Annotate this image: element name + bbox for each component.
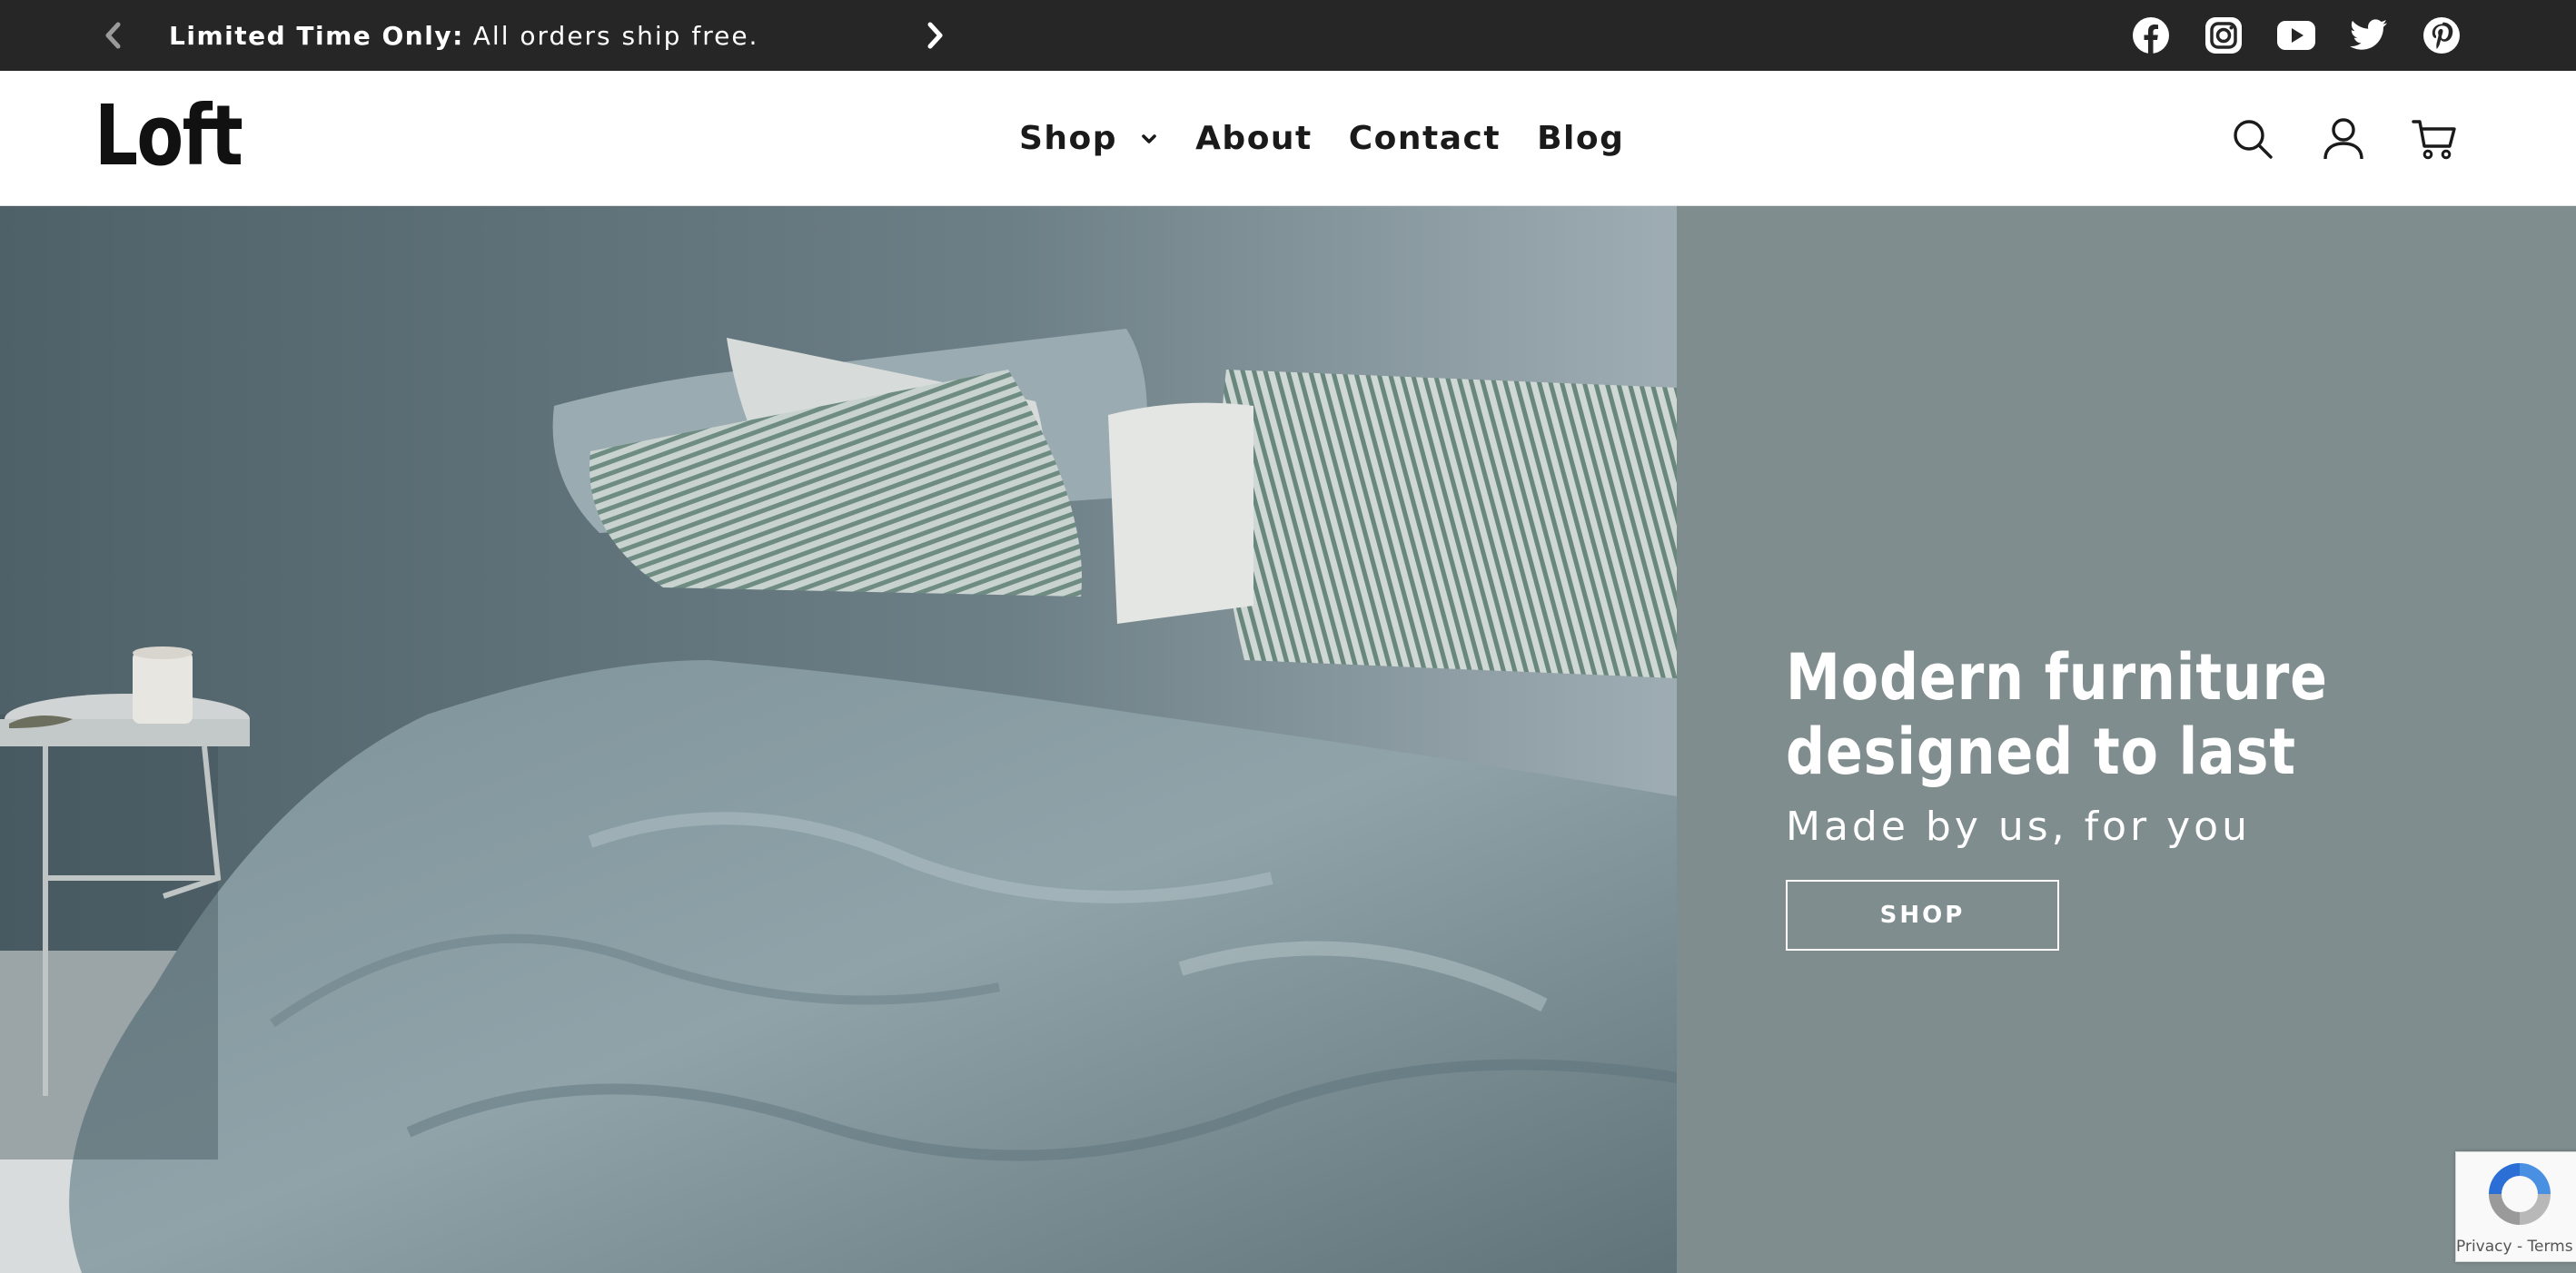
search-button[interactable] xyxy=(2228,114,2277,163)
hero-section: Modern furniture designed to last Made b… xyxy=(0,206,2576,1273)
recaptcha-links[interactable]: Privacy - Terms xyxy=(2456,1238,2573,1256)
pinterest-link[interactable] xyxy=(2422,15,2462,55)
account-icon xyxy=(2323,118,2363,160)
announcement-text: All orders ship free. xyxy=(472,20,759,51)
recaptcha-badge[interactable]: Privacy - Terms xyxy=(2455,1151,2576,1262)
hero-panel: Modern furniture designed to last Made b… xyxy=(1677,206,2576,1273)
main-nav: Shop About Contact Blog xyxy=(1019,71,1624,206)
chevron-down-icon xyxy=(1141,133,1157,144)
announcement-next-button[interactable] xyxy=(916,17,953,54)
search-icon xyxy=(2234,120,2273,159)
twitter-link[interactable] xyxy=(2349,15,2389,55)
cart-button[interactable] xyxy=(2410,114,2459,163)
recaptcha-icon xyxy=(2489,1163,2551,1225)
chevron-left-icon xyxy=(105,22,121,49)
hero-shop-button[interactable]: SHOP xyxy=(1786,880,2059,951)
twitter-icon xyxy=(2350,19,2387,50)
youtube-icon xyxy=(2277,21,2315,50)
instagram-icon xyxy=(2205,17,2242,54)
social-links xyxy=(2131,15,2494,55)
account-button[interactable] xyxy=(2319,114,2368,163)
hero-image xyxy=(0,206,1677,1273)
site-logo[interactable]: Loft xyxy=(94,91,243,182)
nav-item-contact[interactable]: Contact xyxy=(1349,120,1501,157)
announcement-bar: Limited Time Only: All orders ship free. xyxy=(0,0,2576,71)
chevron-right-icon xyxy=(927,22,943,49)
nav-item-about[interactable]: About xyxy=(1195,120,1313,157)
nav-item-shop-label: Shop xyxy=(1019,120,1118,157)
header-tools xyxy=(2228,114,2501,163)
bed-photo xyxy=(0,206,1677,1273)
announcement-label: Limited Time Only: xyxy=(169,20,464,51)
pinterest-icon xyxy=(2423,17,2460,54)
hero-subtitle: Made by us, for you xyxy=(1786,804,2251,850)
hero-title: Modern furniture designed to last xyxy=(1786,640,2328,789)
facebook-link[interactable] xyxy=(2131,15,2171,55)
instagram-link[interactable] xyxy=(2204,15,2244,55)
announcement-message: Limited Time Only: All orders ship free. xyxy=(169,0,758,71)
cart-icon xyxy=(2412,120,2456,160)
facebook-icon xyxy=(2133,17,2169,54)
nav-item-blog[interactable]: Blog xyxy=(1537,120,1624,157)
announcement-prev-button[interactable] xyxy=(95,17,132,54)
site-header: Loft Shop About Contact Blog xyxy=(0,71,2576,206)
nav-item-shop[interactable]: Shop xyxy=(1019,120,1195,157)
youtube-link[interactable] xyxy=(2276,15,2316,55)
